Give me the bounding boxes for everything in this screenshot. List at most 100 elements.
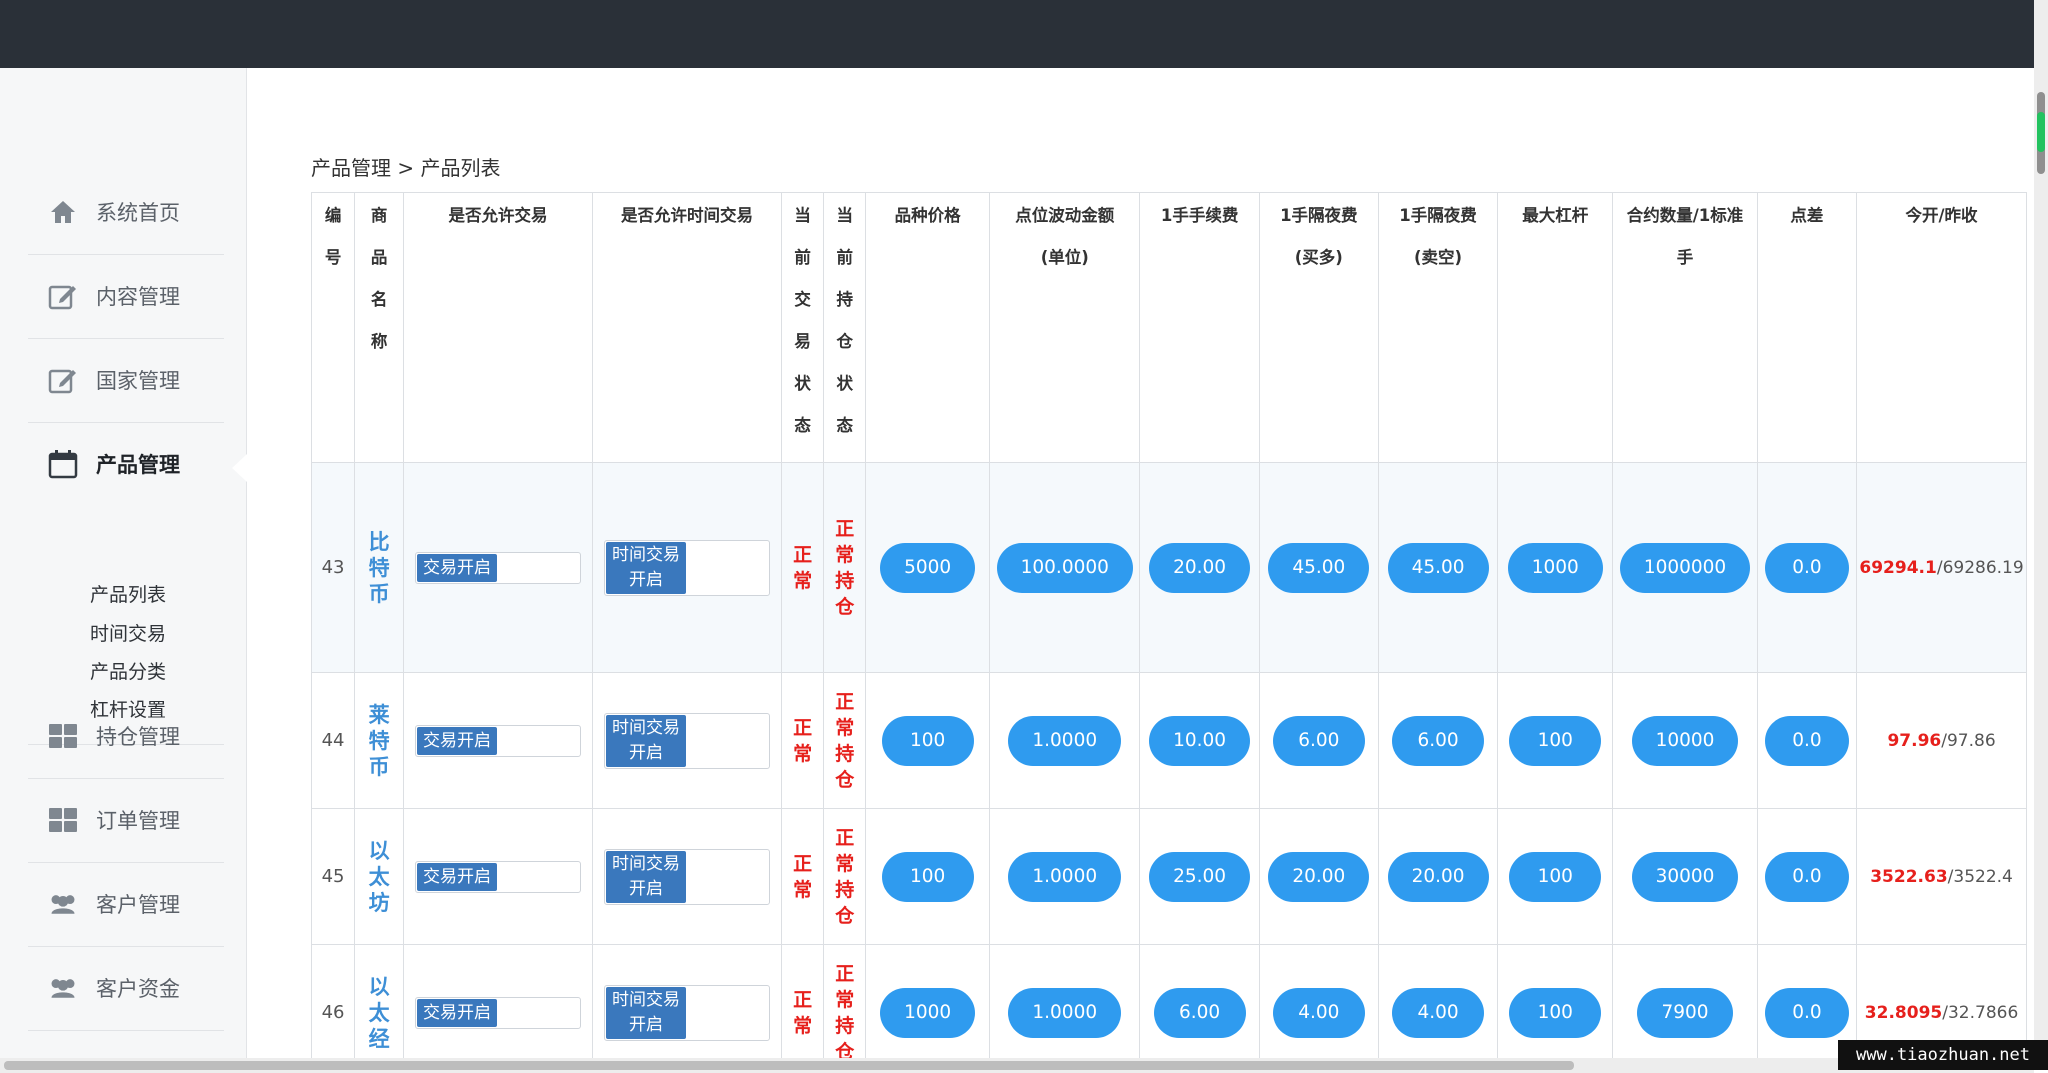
cell-fee: 10.00	[1139, 672, 1260, 809]
prev-close: 32.7866	[1947, 1003, 2019, 1023]
cell-spread: 0.0	[1756, 808, 1858, 945]
tick-value-pill[interactable]: 1.0000	[1008, 715, 1122, 766]
contract-size-pill[interactable]: 7900	[1637, 987, 1733, 1038]
sidebar-item-products[interactable]: 产品管理	[28, 422, 224, 506]
fee-pill[interactable]: 20.00	[1149, 542, 1251, 593]
cell-allow-trade: 交易开启	[402, 944, 594, 1058]
sidebar-item-country[interactable]: 国家管理	[28, 338, 224, 423]
sidebar-item-label: 产品管理	[96, 453, 180, 477]
contract-size-pill[interactable]: 10000	[1631, 715, 1739, 766]
trade-toggle[interactable]: 交易开启	[414, 860, 581, 893]
time-trade-toggle[interactable]: 时间交易 开启	[604, 712, 770, 769]
overnight-short-pill[interactable]: 20.00	[1387, 851, 1489, 902]
vertical-scrollbar[interactable]	[2034, 0, 2048, 1058]
max-leverage-pill[interactable]: 100	[1509, 851, 1602, 902]
cell-product-name[interactable]: 比特币	[354, 462, 404, 673]
cell-trade-status: 正常	[781, 944, 825, 1058]
contract-size-pill[interactable]: 1000000	[1619, 542, 1751, 593]
overnight-long-pill[interactable]: 4.00	[1272, 987, 1365, 1038]
spread-pill[interactable]: 0.0	[1764, 851, 1849, 902]
price-pill[interactable]: 100	[881, 715, 974, 766]
open-price: 32.8095	[1864, 1003, 1943, 1023]
fee-pill[interactable]: 25.00	[1149, 851, 1251, 902]
fee-pill[interactable]: 10.00	[1149, 715, 1251, 766]
cell-contract-size: 10000	[1612, 672, 1758, 809]
sidebar-item-home[interactable]: 系统首页	[28, 170, 224, 255]
overnight-long-pill[interactable]: 45.00	[1268, 542, 1370, 593]
submenu-product-category[interactable]: 产品分类	[90, 657, 166, 684]
cell-position-status: 正常持仓	[823, 672, 867, 809]
trade-toggle[interactable]: 交易开启	[414, 551, 581, 584]
overnight-long-pill[interactable]: 20.00	[1268, 851, 1370, 902]
spread-pill[interactable]: 0.0	[1764, 715, 1849, 766]
header-id: 编号	[310, 192, 356, 463]
time-trade-toggle[interactable]: 时间交易 开启	[604, 539, 770, 596]
sidebar-item-orders[interactable]: 订单管理	[28, 778, 224, 863]
top-bar	[0, 0, 2048, 68]
sidebar-item-positions[interactable]: 持仓管理	[28, 694, 224, 779]
cell-position-status: 正常持仓	[823, 944, 867, 1058]
sidebar-item-label: 订单管理	[96, 809, 180, 833]
header-overnight-short: 1手隔夜费(卖空)	[1377, 192, 1499, 463]
prev-close: 3522.4	[1953, 867, 2013, 887]
cell-price: 5000	[865, 462, 991, 673]
cell-trade-status: 正常	[781, 808, 825, 945]
edit-icon	[48, 281, 78, 311]
contract-size-pill[interactable]: 30000	[1631, 851, 1739, 902]
prev-close: 69286.19	[1942, 558, 2024, 578]
horizontal-scrollbar[interactable]	[0, 1058, 2034, 1073]
sidebar-item-customers[interactable]: 客户管理	[28, 862, 224, 947]
cell-trade-status: 正常	[781, 462, 825, 673]
submenu-product-list[interactable]: 产品列表	[90, 580, 166, 607]
prev-close: 97.86	[1946, 731, 1996, 751]
header-name: 商品名称	[354, 192, 404, 463]
tick-value-pill[interactable]: 1.0000	[1008, 987, 1122, 1038]
overnight-short-pill[interactable]: 4.00	[1392, 987, 1485, 1038]
sidebar-item-label: 国家管理	[96, 369, 180, 393]
price-pill[interactable]: 1000	[880, 987, 976, 1038]
cell-max-leverage: 100	[1497, 672, 1614, 809]
overnight-short-pill[interactable]: 6.00	[1392, 715, 1485, 766]
open-price: 69294.1	[1859, 558, 1937, 578]
max-leverage-pill[interactable]: 1000	[1507, 542, 1603, 593]
trade-toggle[interactable]: 交易开启	[414, 996, 581, 1029]
cell-product-name[interactable]: 以太坊	[354, 808, 404, 945]
max-leverage-pill[interactable]: 100	[1509, 715, 1602, 766]
cell-product-name[interactable]: 以太经	[354, 944, 404, 1058]
cell-allow-time-trade: 时间交易 开启	[591, 672, 783, 809]
price-pill[interactable]: 100	[881, 851, 974, 902]
table-row: 44 莱特币 交易开启 时间交易 开启 正常 正常持仓 100 1.0000 10.00 6.00 6…	[310, 672, 2027, 809]
cell-max-leverage: 1000	[1497, 462, 1614, 673]
table-row: 46 以太经 交易开启 时间交易 开启 正常 正常持仓 1000 1.0000 6.00 4.00 4…	[310, 944, 2027, 1058]
cell-product-name[interactable]: 莱特币	[354, 672, 404, 809]
price-pill[interactable]: 5000	[880, 542, 976, 593]
cell-overnight-short: 6.00	[1377, 672, 1499, 809]
sidebar-item-customer-funds[interactable]: 客户资金	[28, 946, 224, 1031]
overnight-short-pill[interactable]: 45.00	[1387, 542, 1489, 593]
active-nav-pointer	[232, 454, 247, 482]
cell-spread: 0.0	[1756, 462, 1858, 673]
header-price: 品种价格	[865, 192, 991, 463]
submenu-time-trade[interactable]: 时间交易	[90, 619, 166, 646]
cell-allow-time-trade: 时间交易 开启	[591, 808, 783, 945]
watermark: www.tiaozhuan.net	[1838, 1040, 2048, 1070]
spread-pill[interactable]: 0.0	[1764, 542, 1849, 593]
tick-value-pill[interactable]: 100.0000	[996, 542, 1133, 593]
cell-position-status: 正常持仓	[823, 808, 867, 945]
overnight-long-pill[interactable]: 6.00	[1272, 715, 1365, 766]
fee-pill[interactable]: 6.00	[1153, 987, 1246, 1038]
sidebar-item-content[interactable]: 内容管理	[28, 254, 224, 339]
tick-value-pill[interactable]: 1.0000	[1008, 851, 1122, 902]
cell-tick-value: 1.0000	[989, 944, 1141, 1058]
trade-toggle[interactable]: 交易开启	[414, 724, 581, 757]
cell-overnight-long: 6.00	[1258, 672, 1379, 809]
cell-fee: 20.00	[1139, 462, 1260, 673]
spread-pill[interactable]: 0.0	[1764, 987, 1849, 1038]
time-trade-toggle[interactable]: 时间交易 开启	[604, 984, 770, 1041]
grid-icon	[48, 721, 78, 751]
cell-open-prev: 97.96/97.86	[1856, 672, 2027, 809]
max-leverage-pill[interactable]: 100	[1509, 987, 1602, 1038]
time-trade-toggle[interactable]: 时间交易 开启	[604, 848, 770, 905]
users-icon	[48, 973, 78, 1003]
cell-price: 100	[865, 808, 991, 945]
